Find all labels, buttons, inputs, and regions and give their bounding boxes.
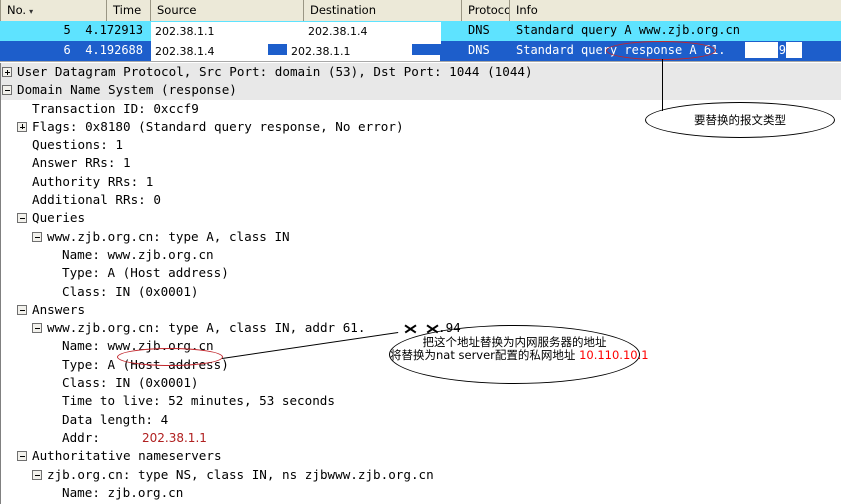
- detail-tree-row-label: Class: IN (0x0001): [62, 283, 199, 299]
- redacted-address-group: .94: [404, 319, 461, 337]
- detail-tree-row-label: Authority RRs: 1: [32, 173, 154, 189]
- detail-tree-row-label: User Datagram Protocol, Src Port: domain…: [17, 64, 533, 79]
- detail-tree-row[interactable]: Addr: 202.38.1.1: [1, 429, 841, 447]
- detail-tree-row[interactable]: Transaction ID: 0xccf9: [1, 100, 841, 118]
- detail-tree-row[interactable]: Answers: [1, 301, 841, 319]
- detail-tree-row[interactable]: www.zjb.org.cn: type A, class IN: [1, 228, 841, 246]
- detail-tree-row-label: Name: www.zjb.org.cn: [62, 246, 214, 262]
- redaction-box-info-octet3: [786, 42, 802, 58]
- expand-icon[interactable]: [2, 67, 12, 77]
- detail-tree-row-label: Class: IN (0x0001): [62, 375, 199, 391]
- packet-row-5-protocol: DNS: [468, 23, 490, 37]
- detail-tree-row[interactable]: Time to live: 52 minutes, 53 seconds: [1, 392, 841, 410]
- collapse-icon[interactable]: [17, 304, 27, 315]
- expand-icon[interactable]: [17, 121, 27, 132]
- detail-tree-row-label: Type: A (Host address): [62, 356, 229, 372]
- packet-row-6-source: 202.38.1.4: [155, 45, 215, 58]
- packet-row-6-protocol: DNS: [468, 43, 490, 57]
- detail-tree-row-label: Time to live: 52 minutes, 53 seconds: [62, 393, 335, 409]
- column-header-info[interactable]: Info: [510, 0, 841, 21]
- detail-tree-row[interactable]: www.zjb.org.cn: type A, class IN, addr 6…: [1, 319, 841, 337]
- packet-row-6-info-suffix: A 61.: [682, 43, 726, 57]
- collapse-icon[interactable]: [17, 213, 27, 224]
- packet-row-6-no-time: 6 4.192688: [0, 41, 151, 61]
- detail-tree-row[interactable]: Data length: 4: [1, 411, 841, 429]
- detail-tree-row[interactable]: Type: A (Host address): [1, 264, 841, 282]
- detail-tree-row-label: Type: A (Host address): [62, 265, 229, 281]
- detail-tree-row-label: Transaction ID: 0xccf9: [32, 100, 199, 116]
- packet-row-5-destination: 202.38.1.4: [308, 25, 368, 38]
- packet-row-6-info-circled: query response: [581, 43, 683, 57]
- packet-detail-tree[interactable]: User Datagram Protocol, Src Port: domain…: [0, 63, 841, 504]
- detail-tree-row[interactable]: Additional RRs: 0: [1, 191, 841, 209]
- detail-tree-row[interactable]: Authoritative nameservers: [1, 447, 841, 465]
- packet-row-5-time: 4.172913: [85, 23, 143, 37]
- detail-tree-row-label: Additional RRs: 0: [32, 192, 161, 208]
- detail-tree-row-label: zjb.org.cn: type NS, class IN, ns zjbwww…: [47, 466, 434, 482]
- wireshark-window: No. ▾ Time Source Destination Protocol In…: [0, 0, 841, 504]
- detail-tree-row[interactable]: Name: zjb.org.cn: [1, 484, 841, 502]
- detail-tree-row[interactable]: Name: www.zjb.org.cn: [1, 337, 841, 355]
- detail-tree-row-label: Flags: 0x8180 (Standard query response, …: [32, 118, 404, 134]
- detail-tree-row-label: Answer RRs: 1: [32, 155, 131, 171]
- detail-tree-row-label: Name: zjb.org.cn: [62, 484, 184, 500]
- detail-tree-row[interactable]: Type: A (Host address): [1, 356, 841, 374]
- detail-tree-row-label: Name: www.zjb.org.cn: [62, 338, 214, 354]
- detail-tree-row-label: Data length: 4: [62, 411, 169, 427]
- column-header-protocol-label: Protocol: [468, 3, 510, 17]
- collapse-icon[interactable]: [2, 85, 12, 96]
- detail-tree-row[interactable]: Queries: [1, 209, 841, 227]
- detail-tree-row[interactable]: Class: IN (0x0001): [1, 374, 841, 392]
- collapse-icon[interactable]: [32, 231, 42, 242]
- packet-row-5-no-time: 5 4.172913: [0, 21, 151, 41]
- collapse-icon[interactable]: [32, 469, 42, 480]
- column-header-time[interactable]: Time: [107, 0, 151, 21]
- packet-row-6-info-prefix: Standard: [516, 43, 582, 57]
- packet-row-6-time: 4.192688: [85, 43, 143, 57]
- detail-tree-row[interactable]: Class: IN (0x0001): [1, 283, 841, 301]
- collapse-icon[interactable]: [17, 451, 27, 462]
- packet-row-5-source: 202.38.1.1: [155, 25, 215, 38]
- redaction-box-info-octet2: [745, 42, 778, 58]
- detail-tree-row[interactable]: zjb.org.cn: type NS, class IN, ns zjbwww…: [1, 466, 841, 484]
- packet-row-6-destination: 202.38.1.1: [291, 45, 351, 58]
- detail-tree-row-label: Authoritative nameservers: [32, 448, 222, 464]
- column-header-no[interactable]: No. ▾: [0, 0, 107, 21]
- detail-tree-row-label: www.zjb.org.cn: type A, class IN: [47, 228, 290, 244]
- detail-tree-row-label: www.zjb.org.cn: type A, class IN, addr 6…: [47, 320, 366, 336]
- column-header-info-label: Info: [516, 3, 538, 17]
- detail-tree-row-label: Domain Name System (response): [17, 82, 237, 98]
- detail-tree-row[interactable]: Domain Name System (response): [1, 81, 841, 100]
- detail-tree-row[interactable]: Flags: 0x8180 (Standard query response, …: [1, 118, 841, 136]
- cross-out-icon-octet3: [426, 323, 438, 335]
- column-header-source[interactable]: Source: [151, 0, 304, 21]
- detail-tree-row[interactable]: User Datagram Protocol, Src Port: domain…: [1, 63, 841, 82]
- column-header-no-label: No.: [7, 3, 27, 17]
- packet-list-bottom-divider: [0, 61, 841, 62]
- detail-tree-row-label: Questions: 1: [32, 137, 123, 153]
- detail-tree-row-label: Answers: [32, 301, 86, 317]
- packet-row-6-no: 6: [63, 43, 71, 57]
- packet-list-pane: No. ▾ Time Source Destination Protocol In…: [0, 0, 841, 62]
- column-header-protocol[interactable]: Protocol: [462, 0, 510, 21]
- collapse-icon[interactable]: [32, 323, 42, 334]
- detail-tree-row-label: Addr:: [62, 429, 100, 445]
- detail-tree-row-label: Queries: [32, 210, 86, 226]
- detail-tree-row[interactable]: Name: www.zjb.org.cn: [1, 246, 841, 264]
- column-header-destination-label: Destination: [310, 3, 376, 17]
- column-header-time-label: Time: [113, 3, 142, 17]
- column-header-destination[interactable]: Destination: [304, 0, 462, 21]
- detail-tree-row[interactable]: Questions: 1: [1, 136, 841, 154]
- packet-row-5-info: Standard query A www.zjb.org.cn: [516, 23, 740, 37]
- packet-row-5-no: 5: [63, 23, 71, 37]
- sort-descending-icon: ▾: [29, 7, 34, 16]
- redacted-address-tail: .94: [438, 320, 461, 336]
- column-header-source-label: Source: [157, 3, 197, 17]
- detail-tree-row[interactable]: Answer RRs: 1: [1, 154, 841, 172]
- answer-addr-value: 202.38.1.1: [142, 430, 207, 445]
- packet-list-header: No. ▾ Time Source Destination Protocol In…: [0, 0, 841, 22]
- detail-tree-row[interactable]: Authority RRs: 1: [1, 173, 841, 191]
- cross-out-icon-octet2: [404, 323, 416, 335]
